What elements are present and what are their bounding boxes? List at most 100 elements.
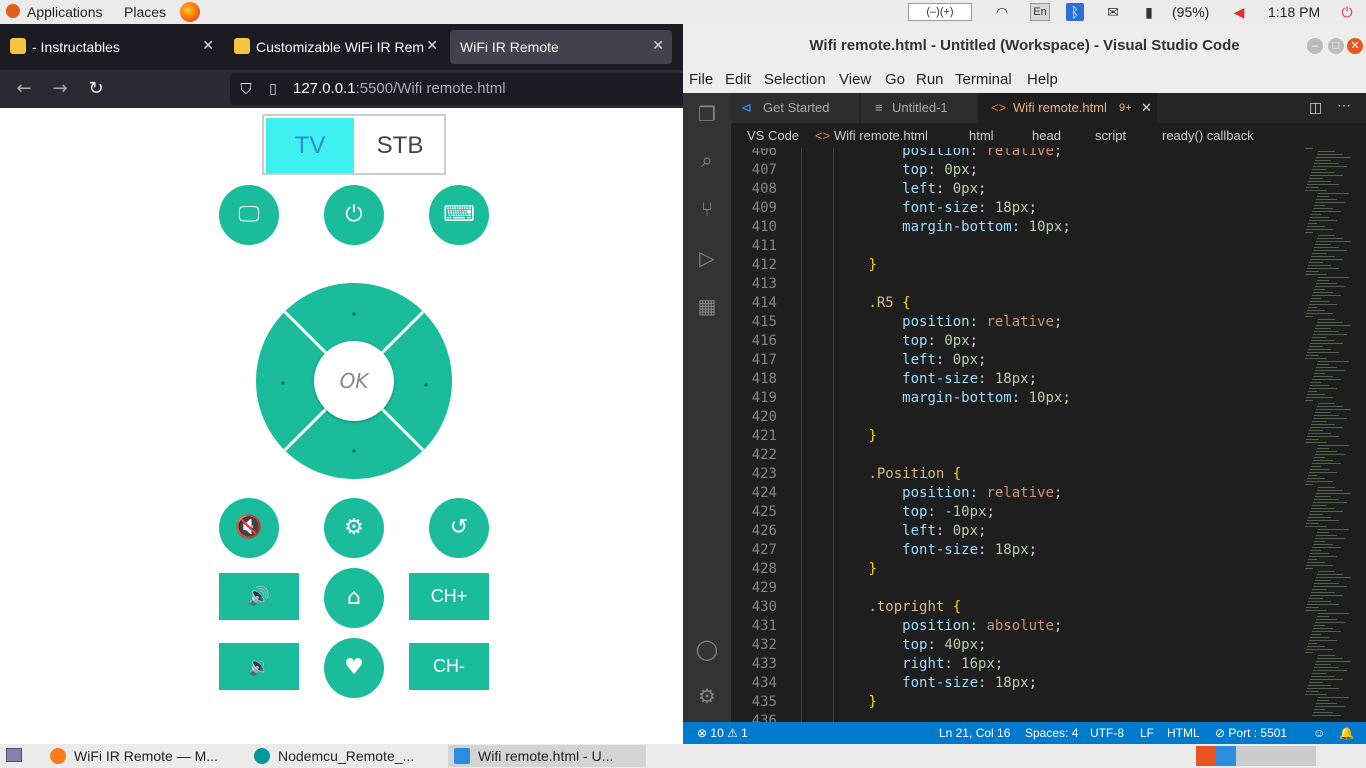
channel-down-button[interactable]: CH- [409,643,489,690]
volume-muted-icon[interactable]: ◀ [1230,3,1248,21]
source-control-icon[interactable]: ⑂ [695,198,719,222]
code-line[interactable]: 409 font-size: 18px; [731,199,1301,218]
menu-selection[interactable]: Selection [764,71,826,88]
taskbar-item-vscode[interactable]: Wifi remote.html - U... [448,745,646,767]
code-line[interactable]: 407 top: 0px; [731,161,1301,180]
menu-view[interactable]: View [839,71,871,88]
workspace-4-icon[interactable] [1276,746,1316,766]
channel-up-button[interactable]: CH+ [409,573,489,620]
tab-get-started[interactable]: ⊲ Get Started [731,93,859,123]
maximize-icon[interactable]: □ [1328,38,1344,54]
menu-run[interactable]: Run [916,71,944,88]
workspace-1-icon[interactable] [1196,746,1216,766]
minimap[interactable] [1301,148,1366,722]
menu-terminal[interactable]: Terminal [955,71,1012,88]
notifications-icon[interactable]: 🔔 [1339,722,1354,744]
tv-mode-button[interactable]: TV [266,118,354,173]
cursor-position[interactable]: Ln 21, Col 16 [939,722,1010,744]
code-line[interactable]: 408 left: 0px; [731,180,1301,199]
mail-icon[interactable]: ✉ [1104,3,1122,21]
code-line[interactable]: 429 [731,579,1301,598]
code-editor[interactable]: 406 position: relative;407 top: 0px;408 … [731,148,1301,722]
arduino-icon[interactable]: (–)(+) [908,3,972,21]
keyboard-button[interactable]: ⌨ [429,185,489,245]
extensions-icon[interactable]: ▦ [695,295,719,319]
firefox-launcher-icon[interactable] [180,2,200,22]
indentation[interactable]: Spaces: 4 [1025,722,1078,744]
menu-help[interactable]: Help [1027,71,1058,88]
places-menu[interactable]: Places [124,4,166,20]
code-line[interactable]: 426 left: 0px; [731,522,1301,541]
applications-menu[interactable]: Applications [27,4,103,20]
run-debug-icon[interactable]: ▷ [695,247,719,271]
code-line[interactable]: 430 .topright { [731,598,1301,617]
reload-icon[interactable]: ↻ [85,78,107,100]
show-desktop-icon[interactable] [6,748,22,762]
more-actions-icon[interactable]: ⋯ [1337,97,1351,114]
taskbar-item-arduino[interactable]: Nodemcu_Remote_... [248,745,440,767]
workspace-3-icon[interactable] [1236,746,1276,766]
mute-button[interactable]: 🔇 [219,498,279,558]
code-line[interactable]: 420 [731,408,1301,427]
tv-input-button[interactable]: 🖵 [219,185,279,245]
code-line[interactable]: 427 font-size: 18px; [731,541,1301,560]
encoding[interactable]: UTF-8 [1090,722,1124,744]
bluetooth-icon[interactable]: ᛒ [1066,3,1084,21]
breadcrumb-item[interactable]: script [1095,123,1126,148]
language-indicator[interactable]: En [1030,3,1050,21]
menu-edit[interactable]: Edit [725,71,751,88]
code-line[interactable]: 421 } [731,427,1301,446]
code-line[interactable]: 436 [731,712,1301,722]
close-icon[interactable]: ✕ [652,37,664,54]
clock[interactable]: 1:18 PM [1268,4,1320,20]
settings-button[interactable]: ⚙ [324,498,384,558]
problems-indicator[interactable]: ⊗ 10 ⚠ 1 [697,722,748,744]
line-ending[interactable]: LF [1140,722,1154,744]
tab-wifi-remote-html[interactable]: <> Wifi remote.html 9+ ✕ [979,93,1157,123]
search-icon[interactable]: ⌕ [695,149,719,173]
close-icon[interactable]: ✕ [202,37,214,54]
explorer-icon[interactable]: ❐ [695,103,719,127]
breadcrumb-item[interactable]: ready() callback [1162,123,1254,148]
code-line[interactable]: 423 .Position { [731,465,1301,484]
feedback-icon[interactable]: ☺ [1313,722,1325,744]
code-line[interactable]: 435 } [731,693,1301,712]
code-line[interactable]: 432 top: 40px; [731,636,1301,655]
code-line[interactable]: 415 position: relative; [731,313,1301,332]
code-line[interactable]: 424 position: relative; [731,484,1301,503]
tab-customizable-wifi[interactable]: Customizable WiFi IR Rem ✕ [224,30,446,64]
minimize-icon[interactable]: – [1307,38,1323,54]
shield-icon[interactable]: ⛉ [235,78,257,100]
power-icon[interactable]: ⏻ [1338,3,1356,21]
code-line[interactable]: 416 top: 0px; [731,332,1301,351]
code-line[interactable]: 406 position: relative; [731,148,1301,161]
tab-instructables[interactable]: - Instructables ✕ [0,30,222,64]
ok-button[interactable]: OK [314,341,394,421]
split-editor-icon[interactable]: ◫ [1309,99,1322,116]
tab-wifi-ir-remote[interactable]: WiFi IR Remote ✕ [450,30,672,64]
code-line[interactable]: 428 } [731,560,1301,579]
live-server-port[interactable]: ⊘ Port : 5501 [1215,722,1287,744]
code-line[interactable]: 412 } [731,256,1301,275]
breadcrumb-item[interactable]: head [1032,123,1061,148]
code-line[interactable]: 410 margin-bottom: 10px; [731,218,1301,237]
battery-icon[interactable]: ▮ [1140,3,1158,21]
close-icon[interactable]: ✕ [426,37,438,54]
code-line[interactable]: 418 font-size: 18px; [731,370,1301,389]
code-line[interactable]: 425 top: -10px; [731,503,1301,522]
code-line[interactable]: 419 margin-bottom: 10px; [731,389,1301,408]
breadcrumb-item[interactable]: html [969,123,994,148]
breadcrumb-item[interactable]: Wifi remote.html [834,123,928,148]
language-mode[interactable]: HTML [1167,722,1200,744]
code-line[interactable]: 413 [731,275,1301,294]
code-line[interactable]: 433 right: 16px; [731,655,1301,674]
breadcrumb-item[interactable]: VS Code [747,123,799,148]
volume-down-button[interactable]: 🔉 [219,643,299,690]
power-button[interactable]: ⏻ [324,185,384,245]
favorite-button[interactable]: ♥ [324,638,384,698]
code-line[interactable]: 422 [731,446,1301,465]
url-text[interactable]: 127.0.0.1:5500/Wifi remote.html [293,80,506,97]
back-button[interactable]: ↺ [429,498,489,558]
code-line[interactable]: 414 .R5 { [731,294,1301,313]
volume-up-button[interactable]: 🔊 [219,573,299,620]
